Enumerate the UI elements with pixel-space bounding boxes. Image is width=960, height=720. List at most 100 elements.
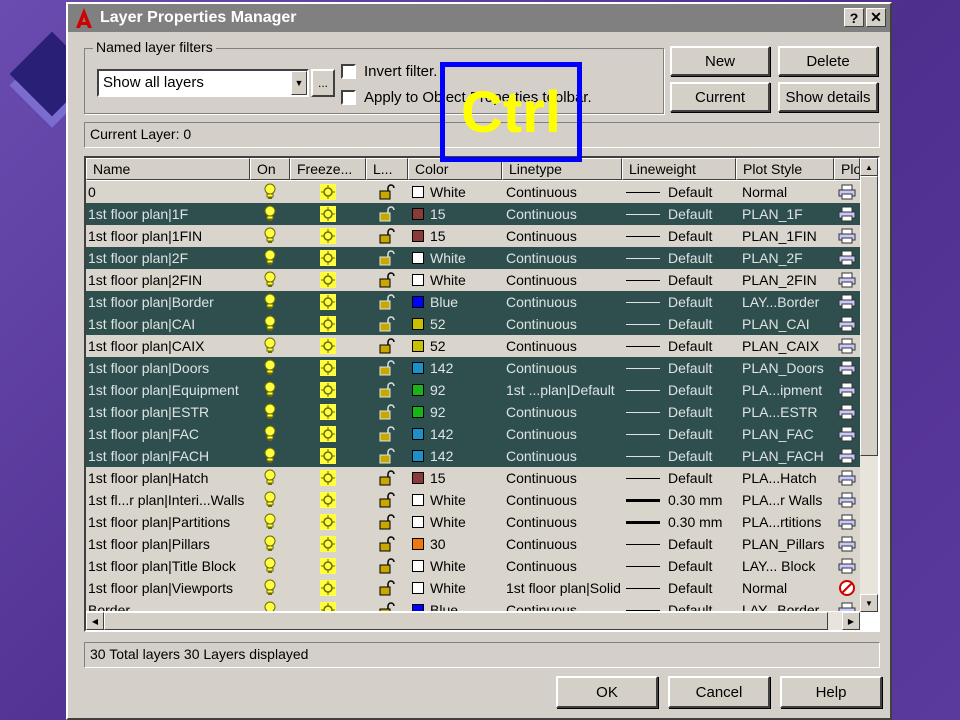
layer-linetype[interactable]: Continuous — [502, 206, 622, 222]
scroll-left-icon[interactable]: ◀ — [86, 612, 104, 630]
layer-row[interactable]: 1st floor plan|FACH 142 Continuous Default P… — [86, 445, 860, 467]
lock-icon[interactable] — [366, 184, 408, 200]
printer-icon[interactable] — [834, 228, 860, 244]
layer-lineweight[interactable]: Default — [622, 184, 736, 200]
sun-icon[interactable] — [290, 579, 366, 597]
layer-row[interactable]: 1st floor plan|2FIN White Continuous Defaul… — [86, 269, 860, 291]
lightbulb-icon[interactable] — [250, 601, 290, 611]
lightbulb-icon[interactable] — [250, 579, 290, 597]
layer-plot-style[interactable]: PLAN_Pillars — [736, 536, 834, 552]
help-title-button[interactable]: ? — [844, 8, 864, 27]
layer-linetype[interactable]: Continuous — [502, 294, 622, 310]
lock-icon[interactable] — [366, 272, 408, 288]
layer-plot-style[interactable]: LAY...Border — [736, 602, 834, 611]
lock-icon[interactable] — [366, 404, 408, 420]
layer-linetype[interactable]: Continuous — [502, 272, 622, 288]
layer-plot-style[interactable]: PLA...rtitions — [736, 514, 834, 530]
column-header-freeze[interactable]: Freeze... — [290, 158, 366, 180]
layer-linetype[interactable]: Continuous — [502, 184, 622, 200]
sun-icon[interactable] — [290, 249, 366, 267]
new-button[interactable]: New — [670, 46, 770, 76]
layer-linetype[interactable]: Continuous — [502, 316, 622, 332]
printer-icon[interactable] — [834, 206, 860, 222]
layer-color[interactable]: White — [408, 272, 502, 288]
layer-plot-style[interactable]: PLAN_FACH — [736, 448, 834, 464]
layer-lineweight[interactable]: Default — [622, 536, 736, 552]
layer-color[interactable]: 15 — [408, 228, 502, 244]
printer-icon[interactable] — [834, 492, 860, 508]
layer-row[interactable]: 1st floor plan|ESTR 92 Continuous Default PL… — [86, 401, 860, 423]
sun-icon[interactable] — [290, 601, 366, 611]
printer-icon[interactable] — [834, 470, 860, 486]
layer-row[interactable]: 1st floor plan|Doors 142 Continuous Default… — [86, 357, 860, 379]
lightbulb-icon[interactable] — [250, 535, 290, 553]
lightbulb-icon[interactable] — [250, 359, 290, 377]
current-button[interactable]: Current — [670, 82, 770, 112]
layer-lineweight[interactable]: Default — [622, 206, 736, 222]
layer-plot-style[interactable]: LAY...Border — [736, 294, 834, 310]
lightbulb-icon[interactable] — [250, 491, 290, 509]
layer-row[interactable]: Border Blue Continuous Default LAY...Border — [86, 599, 860, 611]
printer-icon[interactable] — [834, 338, 860, 354]
column-header-on[interactable]: On — [250, 158, 290, 180]
vertical-scrollbar[interactable]: ▲ ▼ — [860, 158, 878, 612]
layer-plot-style[interactable]: PLAN_1FIN — [736, 228, 834, 244]
layer-color[interactable]: White — [408, 558, 502, 574]
help-button[interactable]: Help — [780, 676, 882, 708]
layer-linetype[interactable]: Continuous — [502, 250, 622, 266]
sun-icon[interactable] — [290, 447, 366, 465]
apply-toolbar-checkbox[interactable] — [341, 90, 356, 105]
printer-icon[interactable] — [834, 602, 860, 611]
printer-icon[interactable] — [834, 426, 860, 442]
lock-icon[interactable] — [366, 316, 408, 332]
layer-lineweight[interactable]: Default — [622, 470, 736, 486]
lightbulb-icon[interactable] — [250, 381, 290, 399]
lock-icon[interactable] — [366, 558, 408, 574]
layer-color[interactable]: Blue — [408, 602, 502, 611]
layer-row[interactable]: 1st floor plan|1F 15 Continuous Default PLAN… — [86, 203, 860, 225]
layer-row[interactable]: 1st floor plan|FAC 142 Continuous Default PL… — [86, 423, 860, 445]
sun-icon[interactable] — [290, 403, 366, 421]
layer-row[interactable]: 1st floor plan|2F White Continuous Default P… — [86, 247, 860, 269]
lightbulb-icon[interactable] — [250, 293, 290, 311]
sun-icon[interactable] — [290, 557, 366, 575]
layer-linetype[interactable]: 1st ...plan|Default — [502, 382, 622, 398]
layer-plot-style[interactable]: PLA...Hatch — [736, 470, 834, 486]
layer-linetype[interactable]: Continuous — [502, 514, 622, 530]
layer-lineweight[interactable]: Default — [622, 426, 736, 442]
layer-lineweight[interactable]: Default — [622, 360, 736, 376]
layer-color[interactable]: White — [408, 514, 502, 530]
layer-color[interactable]: 92 — [408, 382, 502, 398]
sun-icon[interactable] — [290, 293, 366, 311]
sun-icon[interactable] — [290, 183, 366, 201]
vertical-scroll-thumb[interactable] — [860, 176, 878, 456]
sun-icon[interactable] — [290, 315, 366, 333]
layer-row[interactable]: 1st floor plan|CAIX 52 Continuous Default PL… — [86, 335, 860, 357]
layer-row[interactable]: 1st floor plan|Border Blue Continuous Defau… — [86, 291, 860, 313]
layer-plot-style[interactable]: PLA...ipment — [736, 382, 834, 398]
delete-button[interactable]: Delete — [778, 46, 878, 76]
lock-icon[interactable] — [366, 360, 408, 376]
layer-lineweight[interactable]: Default — [622, 404, 736, 420]
layer-row[interactable]: 1st floor plan|Viewports White 1st floor p… — [86, 577, 860, 599]
scroll-right-icon[interactable]: ▶ — [842, 612, 860, 630]
lightbulb-icon[interactable] — [250, 447, 290, 465]
layer-row[interactable]: 1st floor plan|CAI 52 Continuous Default PLA… — [86, 313, 860, 335]
layer-linetype[interactable]: Continuous — [502, 470, 622, 486]
layer-color[interactable]: Blue — [408, 294, 502, 310]
layer-plot-style[interactable]: PLAN_1F — [736, 206, 834, 222]
sun-icon[interactable] — [290, 381, 366, 399]
sun-icon[interactable] — [290, 205, 366, 223]
layer-linetype[interactable]: Continuous — [502, 492, 622, 508]
layer-color[interactable]: White — [408, 492, 502, 508]
lock-icon[interactable] — [366, 536, 408, 552]
lightbulb-icon[interactable] — [250, 469, 290, 487]
layer-lineweight[interactable]: Default — [622, 448, 736, 464]
layer-lineweight[interactable]: 0.30 mm — [622, 514, 736, 530]
sun-icon[interactable] — [290, 271, 366, 289]
printer-icon[interactable] — [834, 514, 860, 530]
layer-lineweight[interactable]: Default — [622, 316, 736, 332]
layer-plot-style[interactable]: PLAN_Doors — [736, 360, 834, 376]
lightbulb-icon[interactable] — [250, 425, 290, 443]
layer-color[interactable]: 30 — [408, 536, 502, 552]
